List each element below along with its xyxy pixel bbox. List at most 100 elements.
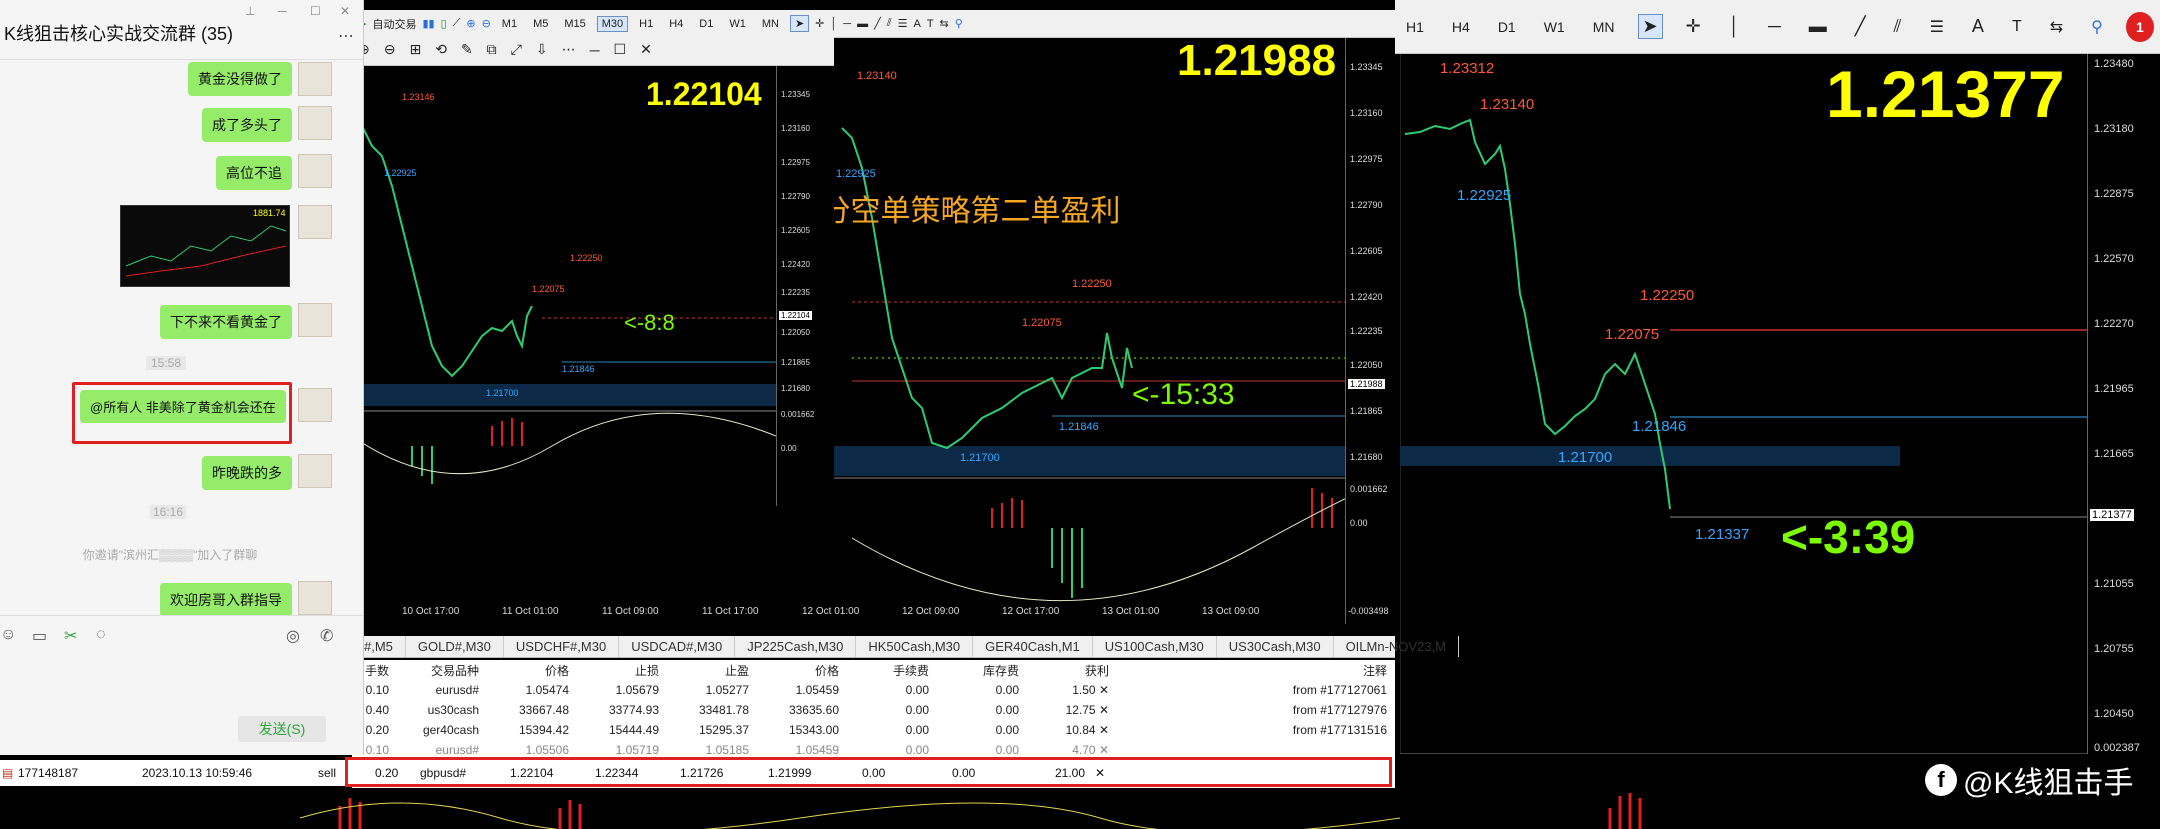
zoom-out-icon[interactable]: ⊖ <box>384 41 396 58</box>
folder-icon[interactable]: ▭ <box>32 626 47 646</box>
tf-h1[interactable]: H1 <box>1401 17 1429 37</box>
tf-h1[interactable]: H1 <box>634 16 658 32</box>
symbol-tab[interactable]: US100Cash,M30 <box>1093 636 1217 657</box>
edit-icon[interactable]: ✎ <box>461 41 473 58</box>
channel-icon[interactable]: ⫽ <box>1889 14 1907 39</box>
tf-w1[interactable]: W1 <box>724 16 751 32</box>
emoji-icon[interactable]: ☺ <box>0 626 16 644</box>
arrows-icon[interactable]: ⇆ <box>940 17 949 30</box>
chat-input-area[interactable]: ☺ ▭ ✂ ◌ ◎ ✆ 发送(S) <box>0 615 363 755</box>
label-icon[interactable]: T <box>927 18 934 30</box>
avatar[interactable] <box>298 154 332 188</box>
right-chart[interactable]: 1.21377 <-3:39 1.23312 1.23140 1.22250 1… <box>1400 54 2087 754</box>
fibo-icon[interactable]: ☰ <box>1925 15 1949 39</box>
more-icon[interactable]: ⋯ <box>562 41 576 58</box>
chat-bubble-icon[interactable]: ◌ <box>96 626 106 644</box>
avatar[interactable] <box>298 106 332 140</box>
chat-message[interactable]: 黄金没得做了 <box>188 62 292 96</box>
table-row[interactable]: 0.20 ger40cash 15394.42 15444.49 15295.37 153… <box>352 720 1395 740</box>
tf-mn[interactable]: MN <box>1588 17 1620 37</box>
close-icon[interactable]: ✕ <box>1099 723 1109 737</box>
col-profit[interactable]: 获利 <box>1027 660 1117 680</box>
tf-d1[interactable]: D1 <box>694 16 718 32</box>
col-tp[interactable]: 止盈 <box>667 660 757 680</box>
tf-h4[interactable]: H4 <box>1447 17 1475 37</box>
grid-icon[interactable]: ⊞ <box>409 41 421 58</box>
chart-candle-icon[interactable]: ▯ <box>441 17 447 30</box>
send-button[interactable]: 发送(S) <box>238 716 326 742</box>
scroll-icon[interactable]: ⟲ <box>435 41 447 58</box>
symbol-tab[interactable]: GER40Cash,M1 <box>973 636 1093 657</box>
template-icon[interactable]: ⧉ <box>487 41 497 58</box>
col-price[interactable]: 价格 <box>487 660 577 680</box>
maximize-icon[interactable]: ☐ <box>310 4 321 18</box>
avatar[interactable] <box>298 205 332 239</box>
tf-h4[interactable]: H4 <box>664 16 688 32</box>
vertical-line-icon[interactable]: │ <box>1724 14 1745 39</box>
symbol-tab[interactable]: OILMn-NOV23,M <box>1334 636 1459 657</box>
autotrade-button[interactable]: 自动交易 <box>372 16 416 32</box>
live-icon[interactable]: ◎ <box>286 626 300 646</box>
close-icon[interactable]: ✕ <box>1099 743 1109 757</box>
more-icon[interactable]: ⋯ <box>338 26 354 46</box>
tf-m15[interactable]: M15 <box>559 16 590 32</box>
symbol-tab[interactable]: JP225Cash,M30 <box>735 636 857 657</box>
table-row[interactable]: 0.10 eurusd# 1.05474 1.05679 1.05277 1.05459 0… <box>352 680 1395 700</box>
avatar[interactable] <box>298 388 332 422</box>
pin-icon[interactable]: ⊥ <box>245 4 255 18</box>
crosshair-icon[interactable]: ✛ <box>815 17 824 30</box>
trendline-icon[interactable]: ╱ <box>874 17 881 30</box>
search-icon[interactable]: ⚲ <box>955 17 963 30</box>
avatar[interactable] <box>298 454 332 488</box>
chart-bars-icon[interactable]: ▮▮ <box>422 17 434 30</box>
chat-message[interactable]: 成了多头了 <box>202 108 292 142</box>
symbol-tab[interactable]: GOLD#,M30 <box>406 636 504 657</box>
tf-w1[interactable]: W1 <box>1539 17 1570 37</box>
rectangle-icon[interactable]: ▬ <box>857 18 868 30</box>
save-icon[interactable]: ⇩ <box>536 41 548 58</box>
cursor-tool-icon[interactable]: ➤ <box>1637 14 1663 39</box>
fibo-icon[interactable]: ☰ <box>898 17 908 30</box>
chat-message[interactable]: 昨晚跌的多 <box>202 456 292 490</box>
horizontal-line-icon[interactable]: ─ <box>843 18 851 30</box>
rectangle-icon[interactable]: ▬ <box>1804 14 1832 39</box>
tf-mn[interactable]: MN <box>757 16 784 32</box>
chat-message[interactable]: 欢迎房哥入群指导 <box>160 583 292 617</box>
chart-line-icon[interactable]: ⟋ <box>453 17 461 30</box>
text-icon[interactable]: A <box>913 18 920 30</box>
symbol-tab[interactable]: US30Cash,M30 <box>1217 636 1334 657</box>
col-sl[interactable]: 止损 <box>577 660 667 680</box>
chat-message[interactable]: @所有人 非美除了黄金机会还在 <box>80 390 286 423</box>
tf-m1[interactable]: M1 <box>497 16 522 32</box>
table-row[interactable]: 0.40 us30cash 33667.48 33774.93 33481.78 3363… <box>352 700 1395 720</box>
col-note[interactable]: 注释 <box>1117 660 1395 680</box>
chat-message[interactable]: 下不来不看黄金了 <box>160 305 292 339</box>
scissors-icon[interactable]: ✂ <box>64 626 77 646</box>
trendline-icon[interactable]: ╱ <box>1850 14 1871 39</box>
tf-m5[interactable]: M5 <box>528 16 553 32</box>
col-symbol[interactable]: 交易品种 <box>397 660 487 680</box>
close-icon[interactable]: ✕ <box>340 4 350 18</box>
col-swap[interactable]: 库存费 <box>937 660 1027 680</box>
notification-badge[interactable]: 1 <box>2125 11 2154 42</box>
label-icon[interactable]: T <box>2007 16 2027 38</box>
symbol-tab[interactable]: USDCAD#,M30 <box>619 636 736 657</box>
zoom-in-icon[interactable]: ⊕ <box>466 17 475 30</box>
avatar[interactable] <box>298 62 332 96</box>
avatar[interactable] <box>298 303 332 337</box>
crosshair-icon[interactable]: ✛ <box>1681 14 1706 39</box>
fit-icon[interactable]: ⤢ <box>511 41 522 58</box>
arrows-icon[interactable]: ⇆ <box>2045 15 2068 39</box>
symbol-tab[interactable]: HK50Cash,M30 <box>856 636 974 657</box>
zoom-out-icon[interactable]: ⊖ <box>482 17 491 30</box>
small-chart[interactable]: 1.22104 <-8:8 1.23146 1.22250 1.22075 1.… <box>352 66 776 506</box>
call-icon[interactable]: ✆ <box>320 626 333 646</box>
tf-m30[interactable]: M30 <box>596 15 629 32</box>
chart-image-thumbnail[interactable]: 1881.74 <box>120 205 290 287</box>
maximize-icon[interactable]: ☐ <box>614 41 627 58</box>
chat-message[interactable]: 高位不追 <box>216 156 292 190</box>
tf-d1[interactable]: D1 <box>1493 17 1521 37</box>
close-icon[interactable]: ✕ <box>1099 703 1109 717</box>
minimize-icon[interactable]: ─ <box>278 4 287 18</box>
vertical-line-icon[interactable]: │ <box>830 18 837 30</box>
